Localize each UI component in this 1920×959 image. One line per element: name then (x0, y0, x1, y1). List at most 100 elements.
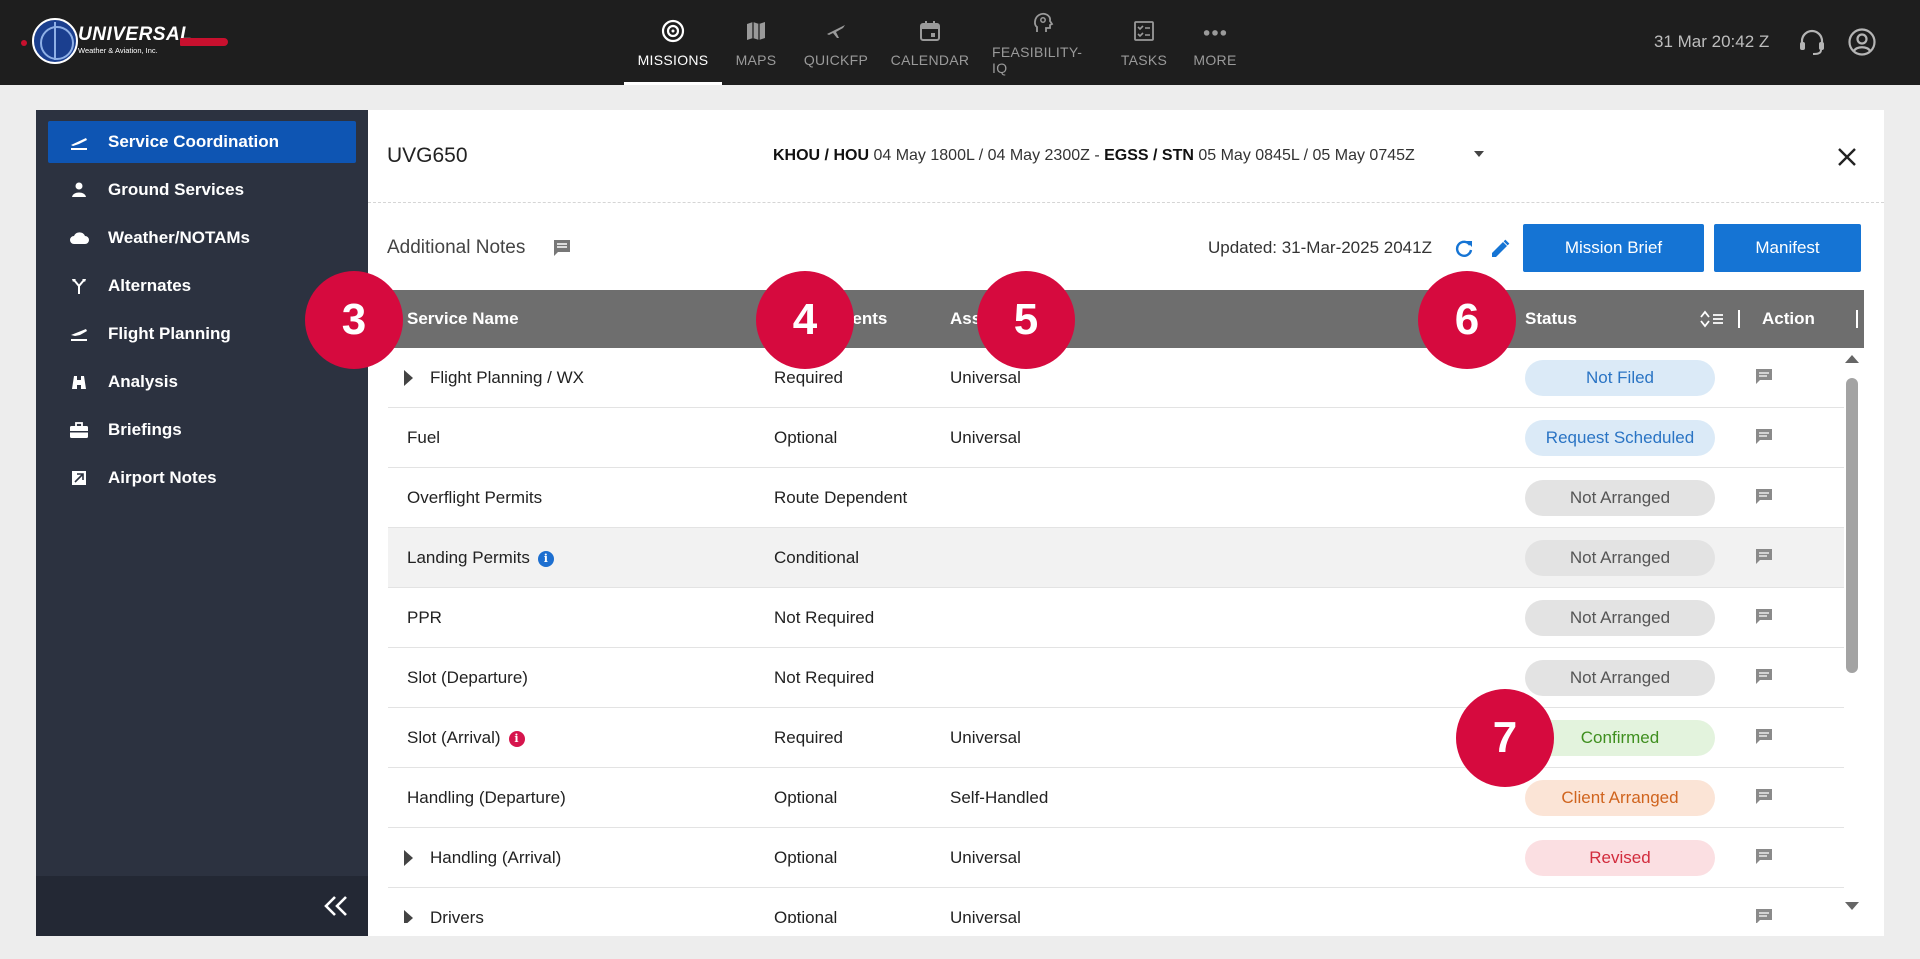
cell-assignment: Universal (950, 428, 1021, 447)
updated-timestamp: Updated: 31-Mar-2025 2041Z (1208, 238, 1432, 257)
status-badge[interactable]: Client Arranged (1525, 780, 1715, 816)
nav-calendar[interactable]: CALENDAR (882, 0, 978, 85)
mission-route-selector[interactable]: KHOU / HOU 04 May 1800L / 04 May 2300Z -… (773, 147, 1415, 165)
status-badge[interactable]: Not Arranged (1525, 540, 1715, 576)
callout-marker-5: 5 (977, 271, 1075, 369)
cell-assignment: Self-Handled (950, 788, 1049, 807)
sort-filter-icon[interactable] (1698, 309, 1732, 329)
scroll-up-arrow-icon[interactable] (1845, 355, 1859, 363)
comment-icon[interactable] (1754, 548, 1776, 568)
comment-icon[interactable] (1754, 788, 1776, 808)
table-row[interactable]: Handling (Departure) Optional Self-Handled… (388, 768, 1844, 828)
comment-icon[interactable] (1754, 608, 1776, 628)
departure-codes: KHOU / HOU (773, 147, 869, 164)
cell-service-name: Handling (Arrival) (430, 848, 561, 868)
headset-icon[interactable] (1796, 26, 1828, 58)
nav-quickfp[interactable]: QUICKFP (790, 0, 882, 85)
close-icon[interactable] (1834, 144, 1860, 170)
departure-times: 04 May 1800L / 04 May 2300Z - (873, 147, 1100, 164)
cell-assignment: Universal (950, 368, 1021, 387)
sidebar-item-analysis[interactable]: Analysis (48, 361, 356, 403)
sidebar-item-weather-notams[interactable]: Weather/NOTAMs (48, 217, 356, 259)
nav-label: MORE (1193, 51, 1237, 68)
cell-requirement: Required (774, 368, 843, 387)
briefcase-icon (68, 419, 90, 441)
nav-more[interactable]: MORE (1180, 0, 1250, 85)
logo-dot (21, 40, 27, 46)
plane-icon (823, 18, 849, 44)
expand-row-caret-icon[interactable] (404, 910, 413, 923)
cell-assignment: Universal (950, 848, 1021, 867)
universal-logo[interactable]: UNIVERSAL Weather & Aviation, Inc. (18, 18, 228, 68)
sidebar-footer (36, 876, 368, 936)
service-coordination-panel: UVG650 KHOU / HOU 04 May 1800L / 04 May … (368, 110, 1884, 936)
comment-icon[interactable] (1754, 368, 1776, 388)
checklist-icon (1131, 18, 1157, 44)
table-row[interactable]: Slot (Arrival) i Required Universal Confirme… (388, 708, 1844, 768)
mission-brief-button[interactable]: Mission Brief (1523, 224, 1704, 272)
cell-requirement: Optional (774, 788, 838, 807)
nav-label: QUICKFP (803, 51, 869, 68)
cell-requirement: Optional (774, 908, 838, 923)
expand-row-caret-icon[interactable] (404, 370, 413, 386)
table-row[interactable]: Drivers Optional Universal (388, 888, 1844, 923)
table-row[interactable]: Overflight Permits Route Dependent Not Arr… (388, 468, 1844, 528)
cell-requirement: Route Dependent (774, 488, 908, 507)
cell-requirement: Not Required (774, 668, 875, 687)
sidebar-item-service-coordination[interactable]: Service Coordination (48, 121, 356, 163)
route-dropdown-caret-icon[interactable] (1474, 151, 1484, 157)
nav-label: CALENDAR (890, 51, 970, 68)
comment-icon[interactable] (1754, 428, 1776, 448)
nav-missions[interactable]: MISSIONS (624, 0, 722, 85)
nav-maps[interactable]: MAPS (722, 0, 790, 85)
utc-clock: 31 Mar 20:42 Z (1654, 32, 1770, 51)
nav-tasks[interactable]: TASKS (1108, 0, 1180, 85)
table-row[interactable]: Slot (Departure) Not Required Not Arranged (388, 648, 1844, 708)
info-icon[interactable]: i (537, 550, 554, 567)
brain-head-icon (1030, 10, 1056, 36)
comment-icon[interactable] (1754, 908, 1776, 923)
header-service-name[interactable]: Service Name (407, 309, 519, 329)
sidebar-item-briefings[interactable]: Briefings (48, 409, 356, 451)
sidebar-item-label: Alternates (108, 276, 192, 295)
column-resize-handle[interactable] (1738, 310, 1740, 328)
table-row[interactable]: Handling (Arrival) Optional Universal Revis… (388, 828, 1844, 888)
comment-icon[interactable] (1754, 728, 1776, 748)
table-row[interactable]: Landing Permits i Conditional Not Arranged (388, 528, 1844, 588)
info-icon[interactable]: i (508, 730, 525, 747)
cell-requirement: Optional (774, 428, 838, 447)
status-badge[interactable]: Not Arranged (1525, 660, 1715, 696)
comment-icon[interactable] (552, 238, 572, 258)
cell-service-name: Slot (Arrival) i (407, 728, 525, 748)
column-resize-handle[interactable] (1856, 310, 1858, 328)
user-account-icon[interactable] (1846, 26, 1878, 58)
sidebar-item-label: Flight Planning (108, 324, 231, 343)
collapse-sidebar-icon[interactable] (320, 890, 352, 922)
status-badge[interactable]: Not Arranged (1525, 480, 1715, 516)
status-badge[interactable]: Not Filed (1525, 360, 1715, 396)
table-row[interactable]: Flight Planning / WX Required Universal Not… (388, 348, 1844, 408)
table-row[interactable]: Fuel Optional Universal Request Scheduled (388, 408, 1844, 468)
sidebar-item-airport-notes[interactable]: Airport Notes (48, 457, 356, 499)
sidebar-item-label: Ground Services (108, 180, 245, 199)
edit-pencil-icon[interactable] (1489, 238, 1511, 260)
arrival-codes: EGSS / STN (1104, 147, 1194, 164)
status-badge[interactable]: Request Scheduled (1525, 420, 1715, 456)
comment-icon[interactable] (1754, 848, 1776, 868)
refresh-icon[interactable] (1453, 238, 1475, 260)
status-badge[interactable]: Revised (1525, 840, 1715, 876)
scroll-down-arrow-icon[interactable] (1845, 902, 1859, 910)
status-badge[interactable]: Not Arranged (1525, 600, 1715, 636)
sidebar-item-label: Briefings (108, 420, 182, 439)
header-status[interactable]: Status (1525, 309, 1577, 329)
sidebar-item-ground-services[interactable]: Ground Services (48, 169, 356, 211)
comment-icon[interactable] (1754, 668, 1776, 688)
table-row[interactable]: PPR Not Required Not Arranged (388, 588, 1844, 648)
sidebar-item-label: Weather/NOTAMs (108, 228, 251, 247)
scrollbar-thumb[interactable] (1846, 378, 1858, 673)
nav-feasibility-iq[interactable]: FEASIBILITY-IQ (978, 0, 1108, 85)
manifest-button[interactable]: Manifest (1714, 224, 1861, 272)
expand-row-caret-icon[interactable] (404, 850, 413, 866)
comment-icon[interactable] (1754, 488, 1776, 508)
cell-service-name: Slot (Departure) (407, 668, 528, 688)
